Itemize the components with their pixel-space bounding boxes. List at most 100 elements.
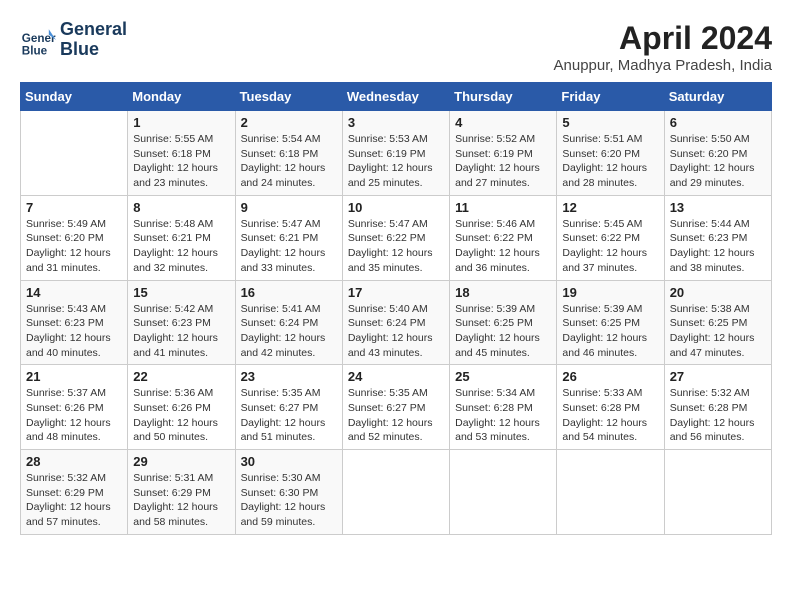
day-number: 24	[348, 369, 444, 384]
day-number: 29	[133, 454, 229, 469]
calendar-cell	[664, 450, 771, 535]
weekday-header: Friday	[557, 83, 664, 111]
day-number: 6	[670, 115, 766, 130]
day-info: Sunrise: 5:33 AM Sunset: 6:28 PM Dayligh…	[562, 386, 658, 445]
calendar-cell: 20 Sunrise: 5:38 AM Sunset: 6:25 PM Dayli…	[664, 280, 771, 365]
calendar-cell: 3Sunrise: 5:53 AM Sunset: 6:19 PM Daylig…	[342, 111, 449, 196]
day-info: Sunrise: 5:47 AM Sunset: 6:22 PM Dayligh…	[348, 217, 444, 276]
calendar-cell: 23Sunrise: 5:35 AM Sunset: 6:27 PM Dayli…	[235, 365, 342, 450]
day-number: 20	[670, 285, 766, 300]
calendar-week-row: 21Sunrise: 5:37 AM Sunset: 6:26 PM Dayli…	[21, 365, 772, 450]
calendar-cell: 25 Sunrise: 5:34 AM Sunset: 6:28 PM Dayli…	[450, 365, 557, 450]
title-area: April 2024 Anuppur, Madhya Pradesh, Indi…	[554, 20, 772, 74]
calendar-cell: 11 Sunrise: 5:46 AM Sunset: 6:22 PM Dayli…	[450, 195, 557, 280]
day-number: 8	[133, 200, 229, 215]
calendar-cell: 14 Sunrise: 5:43 AM Sunset: 6:23 PM Dayli…	[21, 280, 128, 365]
day-info: Sunrise: 5:32 AM Sunset: 6:29 PM Dayligh…	[26, 471, 122, 530]
calendar-cell: 17 Sunrise: 5:40 AM Sunset: 6:24 PM Dayli…	[342, 280, 449, 365]
calendar-cell: 9 Sunrise: 5:47 AM Sunset: 6:21 PM Daylig…	[235, 195, 342, 280]
logo-text: General Blue	[60, 20, 127, 60]
day-info: Sunrise: 5:36 AM Sunset: 6:26 PM Dayligh…	[133, 386, 229, 445]
svg-text:Blue: Blue	[22, 44, 48, 57]
day-info: Sunrise: 5:39 AM Sunset: 6:25 PM Dayligh…	[455, 302, 551, 361]
day-info: Sunrise: 5:42 AM Sunset: 6:23 PM Dayligh…	[133, 302, 229, 361]
day-number: 25	[455, 369, 551, 384]
logo-icon: General Blue	[20, 22, 56, 58]
calendar-cell: 12 Sunrise: 5:45 AM Sunset: 6:22 PM Dayli…	[557, 195, 664, 280]
day-info: Sunrise: 5:38 AM Sunset: 6:25 PM Dayligh…	[670, 302, 766, 361]
day-info: Sunrise: 5:31 AM Sunset: 6:29 PM Dayligh…	[133, 471, 229, 530]
day-info: Sunrise: 5:44 AM Sunset: 6:23 PM Dayligh…	[670, 217, 766, 276]
calendar-cell: 29 Sunrise: 5:31 AM Sunset: 6:29 PM Dayli…	[128, 450, 235, 535]
day-number: 28	[26, 454, 122, 469]
day-info: Sunrise: 5:53 AM Sunset: 6:19 PM Dayligh…	[348, 132, 444, 191]
calendar-cell: 27Sunrise: 5:32 AM Sunset: 6:28 PM Dayli…	[664, 365, 771, 450]
calendar-cell: 4Sunrise: 5:52 AM Sunset: 6:19 PM Daylig…	[450, 111, 557, 196]
day-number: 18	[455, 285, 551, 300]
weekday-header: Thursday	[450, 83, 557, 111]
page-header: General Blue General Blue April 2024 Anu…	[20, 20, 772, 74]
calendar-cell	[342, 450, 449, 535]
day-info: Sunrise: 5:47 AM Sunset: 6:21 PM Dayligh…	[241, 217, 337, 276]
day-number: 26	[562, 369, 658, 384]
day-info: Sunrise: 5:41 AM Sunset: 6:24 PM Dayligh…	[241, 302, 337, 361]
day-info: Sunrise: 5:54 AM Sunset: 6:18 PM Dayligh…	[241, 132, 337, 191]
day-number: 30	[241, 454, 337, 469]
calendar-cell: 5Sunrise: 5:51 AM Sunset: 6:20 PM Daylig…	[557, 111, 664, 196]
calendar-cell: 21Sunrise: 5:37 AM Sunset: 6:26 PM Dayli…	[21, 365, 128, 450]
weekday-header: Tuesday	[235, 83, 342, 111]
day-number: 12	[562, 200, 658, 215]
calendar-cell: 30 Sunrise: 5:30 AM Sunset: 6:30 PM Dayli…	[235, 450, 342, 535]
day-number: 13	[670, 200, 766, 215]
day-number: 17	[348, 285, 444, 300]
day-number: 1	[133, 115, 229, 130]
calendar-cell: 7Sunrise: 5:49 AM Sunset: 6:20 PM Daylig…	[21, 195, 128, 280]
day-info: Sunrise: 5:52 AM Sunset: 6:19 PM Dayligh…	[455, 132, 551, 191]
weekday-header: Monday	[128, 83, 235, 111]
calendar-cell	[450, 450, 557, 535]
day-number: 19	[562, 285, 658, 300]
day-info: Sunrise: 5:55 AM Sunset: 6:18 PM Dayligh…	[133, 132, 229, 191]
day-info: Sunrise: 5:35 AM Sunset: 6:27 PM Dayligh…	[348, 386, 444, 445]
day-info: Sunrise: 5:35 AM Sunset: 6:27 PM Dayligh…	[241, 386, 337, 445]
calendar-cell: 1 Sunrise: 5:55 AM Sunset: 6:18 PM Daylig…	[128, 111, 235, 196]
day-info: Sunrise: 5:48 AM Sunset: 6:21 PM Dayligh…	[133, 217, 229, 276]
day-info: Sunrise: 5:30 AM Sunset: 6:30 PM Dayligh…	[241, 471, 337, 530]
calendar-cell: 6 Sunrise: 5:50 AM Sunset: 6:20 PM Daylig…	[664, 111, 771, 196]
day-info: Sunrise: 5:50 AM Sunset: 6:20 PM Dayligh…	[670, 132, 766, 191]
day-info: Sunrise: 5:40 AM Sunset: 6:24 PM Dayligh…	[348, 302, 444, 361]
calendar-cell: 16 Sunrise: 5:41 AM Sunset: 6:24 PM Dayli…	[235, 280, 342, 365]
day-number: 15	[133, 285, 229, 300]
calendar-cell: 24 Sunrise: 5:35 AM Sunset: 6:27 PM Dayli…	[342, 365, 449, 450]
logo: General Blue General Blue	[20, 20, 127, 60]
calendar-cell: 15 Sunrise: 5:42 AM Sunset: 6:23 PM Dayli…	[128, 280, 235, 365]
day-number: 27	[670, 369, 766, 384]
day-number: 7	[26, 200, 122, 215]
day-number: 11	[455, 200, 551, 215]
day-info: Sunrise: 5:34 AM Sunset: 6:28 PM Dayligh…	[455, 386, 551, 445]
day-info: Sunrise: 5:46 AM Sunset: 6:22 PM Dayligh…	[455, 217, 551, 276]
day-info: Sunrise: 5:43 AM Sunset: 6:23 PM Dayligh…	[26, 302, 122, 361]
calendar-cell: 28 Sunrise: 5:32 AM Sunset: 6:29 PM Dayli…	[21, 450, 128, 535]
calendar-cell: 13 Sunrise: 5:44 AM Sunset: 6:23 PM Dayli…	[664, 195, 771, 280]
calendar-week-row: 1 Sunrise: 5:55 AM Sunset: 6:18 PM Daylig…	[21, 111, 772, 196]
day-number: 22	[133, 369, 229, 384]
day-info: Sunrise: 5:45 AM Sunset: 6:22 PM Dayligh…	[562, 217, 658, 276]
day-info: Sunrise: 5:39 AM Sunset: 6:25 PM Dayligh…	[562, 302, 658, 361]
calendar-header: SundayMondayTuesdayWednesdayThursdayFrid…	[21, 83, 772, 111]
location: Anuppur, Madhya Pradesh, India	[554, 57, 772, 74]
day-number: 10	[348, 200, 444, 215]
calendar-cell: 22 Sunrise: 5:36 AM Sunset: 6:26 PM Dayli…	[128, 365, 235, 450]
day-number: 9	[241, 200, 337, 215]
calendar-cell: 18 Sunrise: 5:39 AM Sunset: 6:25 PM Dayli…	[450, 280, 557, 365]
day-info: Sunrise: 5:51 AM Sunset: 6:20 PM Dayligh…	[562, 132, 658, 191]
calendar-week-row: 14 Sunrise: 5:43 AM Sunset: 6:23 PM Dayli…	[21, 280, 772, 365]
calendar-cell: 19 Sunrise: 5:39 AM Sunset: 6:25 PM Dayli…	[557, 280, 664, 365]
calendar-cell	[21, 111, 128, 196]
calendar-week-row: 28 Sunrise: 5:32 AM Sunset: 6:29 PM Dayli…	[21, 450, 772, 535]
calendar-cell: 10 Sunrise: 5:47 AM Sunset: 6:22 PM Dayli…	[342, 195, 449, 280]
day-number: 14	[26, 285, 122, 300]
weekday-header: Saturday	[664, 83, 771, 111]
day-number: 16	[241, 285, 337, 300]
calendar-table: SundayMondayTuesdayWednesdayThursdayFrid…	[20, 82, 772, 535]
